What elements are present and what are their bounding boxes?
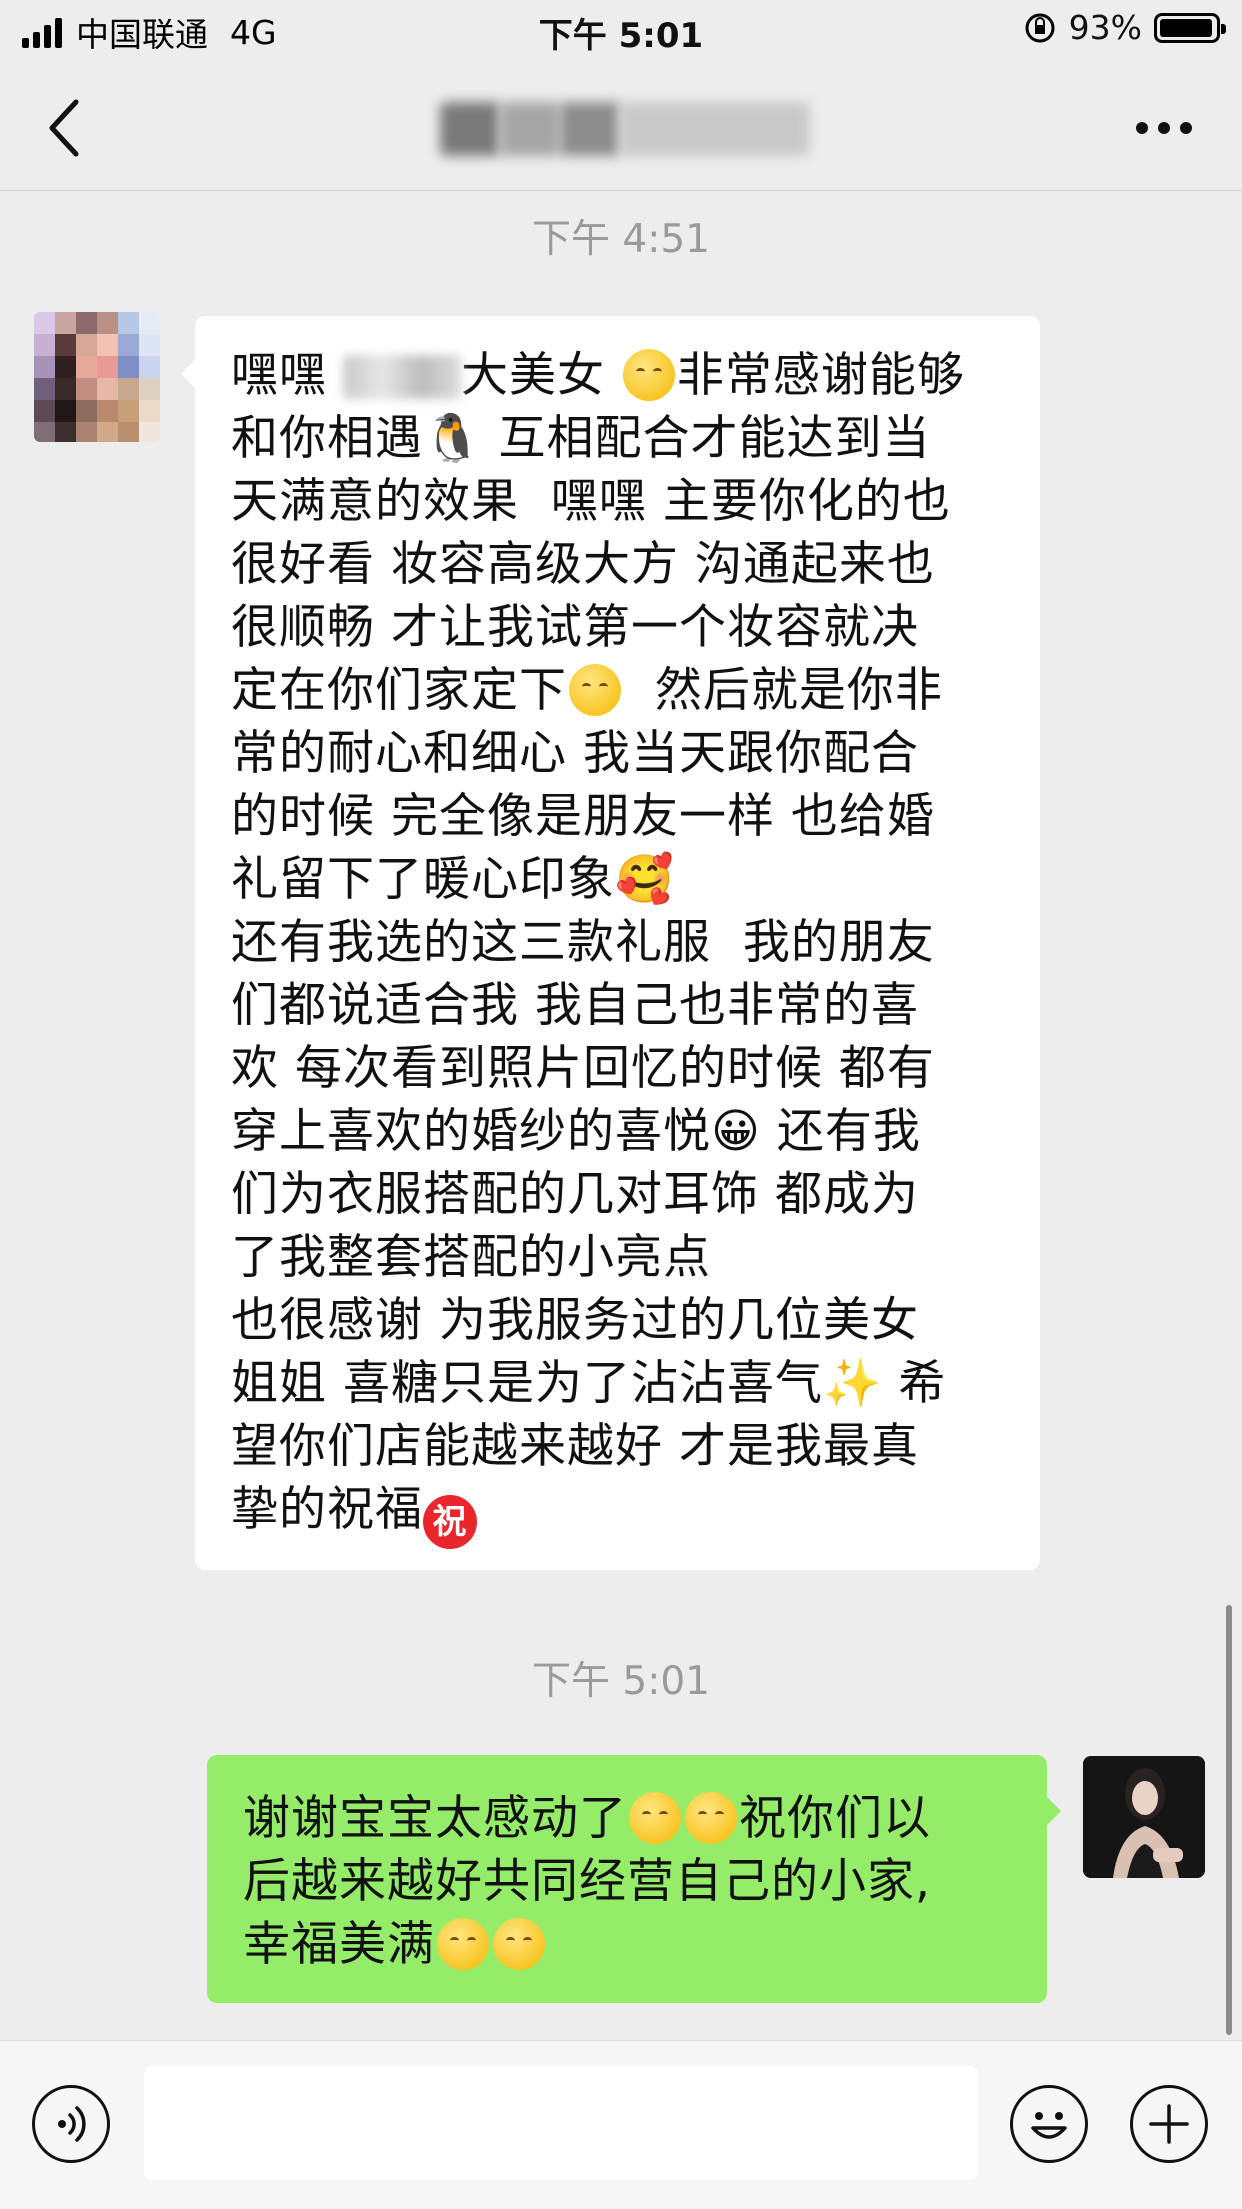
kissing-face-emoji-icon: [493, 1918, 545, 1970]
plus-icon[interactable]: [1130, 2085, 1208, 2163]
msg-line: 挚的祝福: [231, 1482, 423, 1537]
status-bar: 中国联通 4G 下午 5:01 93%: [0, 0, 1242, 66]
scroll-indicator: [1226, 1605, 1232, 2035]
msg-line: 了我整套搭配的小亮点: [231, 1230, 711, 1285]
msg-line: 谢谢宝宝太感动了: [243, 1791, 627, 1846]
message-input-bar: [0, 2040, 1242, 2209]
msg-line: 天满意的效果 嘿嘿 主要你化的也: [231, 474, 951, 529]
msg-line: 们为衣服搭配的几对耳饰 都成为: [231, 1167, 919, 1222]
chat-header: [0, 66, 1242, 191]
battery-icon: [1154, 12, 1226, 43]
blessing-emoji-icon: 祝: [423, 1495, 477, 1549]
msg-line: 穿上喜欢的婚纱的喜悦😀 还有我: [231, 1104, 921, 1159]
msg-line: 礼留下了暖心印象🥰: [231, 852, 675, 907]
kissing-face-emoji-icon: [629, 1792, 681, 1844]
message-timestamp: 下午 5:01: [532, 1659, 710, 1704]
kissing-face-emoji-icon: [622, 349, 675, 401]
avatar-photo: [1083, 1756, 1205, 1878]
outgoing-message-bubble[interactable]: 谢谢宝宝太感动了 祝你们以 后越来越好共同经营自己的小家, 幸福美满: [207, 1755, 1061, 2003]
my-avatar[interactable]: [1083, 1756, 1205, 1878]
chat-title-blurred: [440, 102, 810, 156]
incoming-message-text: 嘿嘿 大美女 非常感谢能够 和你相遇🐧 互相配合才能达到当 天满意的效果 嘿嘿 …: [231, 344, 1010, 1549]
battery-percent: 93%: [1068, 8, 1142, 47]
msg-line: 的时候 完全像是朋友一样 也给婚: [231, 789, 935, 844]
msg-line: 嘿嘿: [231, 348, 327, 403]
msg-line: 们都说适合我 我自己也非常的喜: [231, 978, 919, 1033]
status-right: 93%: [1023, 8, 1226, 47]
msg-line: 后越来越好共同经营自己的小家,: [243, 1854, 931, 1909]
incoming-message-bubble[interactable]: 嘿嘿 大美女 非常感谢能够 和你相遇🐧 互相配合才能达到当 天满意的效果 嘿嘿 …: [181, 316, 1040, 1570]
msg-line: 也很感谢 为我服务过的几位美女: [231, 1293, 919, 1348]
rotation-lock-icon: [1025, 13, 1055, 42]
msg-line: 姐姐 喜糖只是为了沾沾喜气✨ 希: [231, 1356, 947, 1411]
outgoing-message-text: 谢谢宝宝太感动了 祝你们以 后越来越好共同经营自己的小家, 幸福美满: [243, 1787, 1017, 1976]
msg-line: 幸福美满: [243, 1917, 435, 1972]
more-horizontal-icon[interactable]: [1136, 114, 1192, 142]
kissing-face-emoji-icon: [569, 664, 621, 716]
kissing-face-emoji-icon: [437, 1918, 489, 1970]
message-input[interactable]: [144, 2066, 978, 2180]
msg-line: 欢 每次看到照片回忆的时候 都有: [231, 1041, 935, 1096]
msg-line: 定在你们家定下: [231, 663, 567, 718]
message-timestamp: 下午 4:51: [532, 217, 710, 262]
msg-line: 非常感谢能够: [676, 348, 965, 403]
chevron-left-icon[interactable]: [44, 96, 84, 160]
msg-line: 大美女: [460, 348, 605, 403]
contact-avatar[interactable]: [34, 312, 160, 442]
msg-line: 然后就是你非: [623, 663, 943, 718]
msg-line: 很好看 妆容高级大方 沟通起来也: [231, 537, 935, 592]
redacted-name: [342, 355, 461, 399]
msg-line: 祝你们以: [739, 1791, 931, 1846]
msg-line: 常的耐心和细心 我当天跟你配合: [231, 726, 919, 781]
emoji-icon[interactable]: [1010, 2085, 1088, 2163]
msg-line: 望你们店能越来越好 才是我最真: [231, 1419, 919, 1474]
msg-line: 很顺畅 才让我试第一个妆容就决: [231, 600, 919, 655]
voice-icon[interactable]: [32, 2085, 110, 2163]
kissing-face-emoji-icon: [685, 1792, 737, 1844]
msg-line: 还有我选的这三款礼服 我的朋友: [231, 915, 935, 970]
msg-line: 和你相遇🐧 互相配合才能达到当: [231, 411, 931, 466]
